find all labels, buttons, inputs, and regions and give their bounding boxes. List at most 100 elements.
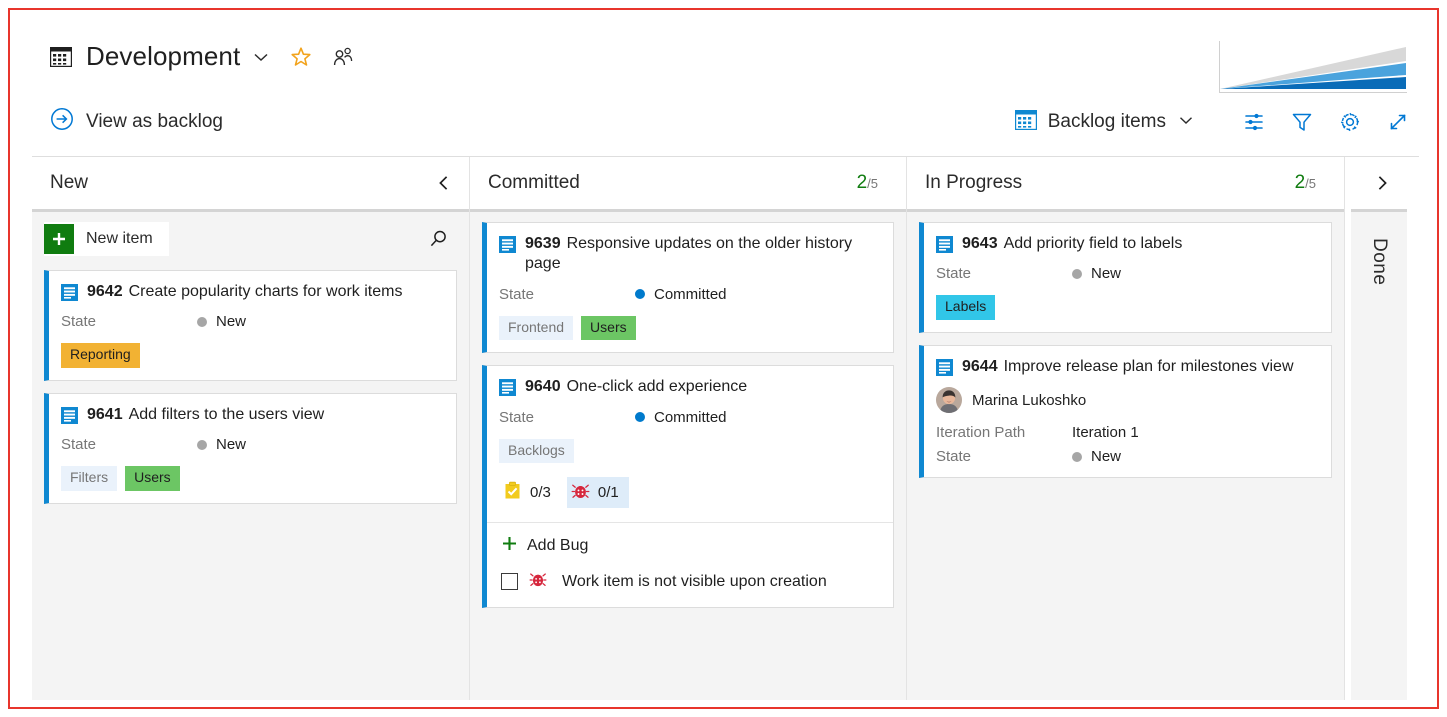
card-title: Create popularity charts for work items: [129, 283, 403, 300]
add-bug-button[interactable]: Add Bug: [501, 533, 879, 559]
state-value: New: [1091, 265, 1121, 282]
field-label: State: [936, 265, 1072, 282]
card-id: 9643: [962, 235, 998, 252]
card-id: 9642: [87, 283, 123, 300]
backlog-item-icon: [936, 236, 953, 253]
backlog-item-icon: [61, 407, 78, 424]
card-9644[interactable]: 9644 Improve release plan for milestones …: [919, 345, 1332, 478]
people-icon[interactable]: [332, 46, 354, 68]
checklist-item-label: Work item is not visible upon creation: [562, 573, 827, 591]
tag-filters[interactable]: Filters: [61, 466, 117, 490]
wip-limit-indicator: 2/5: [857, 172, 878, 194]
iteration-value: Iteration 1: [1072, 424, 1139, 441]
checklist-item-row[interactable]: Work item is not visible upon creation: [501, 570, 879, 597]
filter-funnel-icon[interactable]: [1289, 109, 1315, 135]
wip-limit: /5: [867, 176, 878, 191]
card-title-row: 9642 Create popularity charts for work it…: [61, 282, 442, 302]
column-header-in-progress: In Progress 2/5: [907, 157, 1344, 209]
view-as-backlog-button[interactable]: View as backlog: [50, 107, 223, 136]
page-title[interactable]: Development: [86, 41, 240, 72]
card-9639[interactable]: 9639Responsive updates on the older hist…: [482, 222, 894, 353]
field-label: State: [61, 313, 197, 330]
bug-icon: [529, 570, 547, 593]
field-label: Iteration Path: [936, 424, 1072, 441]
column-header-new: New: [32, 157, 469, 209]
bug-icon: [571, 481, 590, 504]
toolbar-actions: Backlog items: [1015, 109, 1411, 135]
cumulative-flow-diagram[interactable]: [1219, 41, 1407, 93]
bug-counter-text: 0/1: [598, 484, 619, 501]
column-body-done[interactable]: Done: [1351, 209, 1407, 700]
state-value: New: [1091, 448, 1121, 465]
gear-icon[interactable]: [1337, 109, 1363, 135]
card-tags: Frontend Users: [499, 316, 879, 340]
card-title: Improve release plan for milestones view: [1004, 358, 1294, 375]
collapse-column-chevron-left-icon[interactable]: [433, 172, 455, 194]
tag-users[interactable]: Users: [581, 316, 636, 340]
tag-labels[interactable]: Labels: [936, 295, 995, 319]
board-settings-sliders-icon[interactable]: [1241, 109, 1267, 135]
assignee-name: Marina Lukoshko: [972, 392, 1086, 409]
tag-reporting[interactable]: Reporting: [61, 343, 140, 367]
board-title-row: Development: [50, 41, 354, 72]
tag-backlogs[interactable]: Backlogs: [499, 439, 574, 463]
task-counter[interactable]: 0/3: [499, 477, 561, 508]
card-field-state: State New: [61, 313, 442, 330]
tag-frontend[interactable]: Frontend: [499, 316, 573, 340]
wip-limit: /5: [1305, 176, 1316, 191]
backlog-item-icon: [499, 379, 516, 396]
state-value: Committed: [654, 286, 727, 303]
board-column-new: New: [32, 157, 470, 700]
search-icon[interactable]: [427, 227, 451, 251]
column-title: Committed: [488, 172, 857, 194]
full-screen-icon[interactable]: [1385, 109, 1411, 135]
tag-users[interactable]: Users: [125, 466, 180, 490]
bug-counter[interactable]: 0/1: [567, 477, 629, 508]
card-9641[interactable]: 9641Add filters to the users view State …: [44, 393, 457, 504]
card-title-row: 9640One-click add experience: [499, 377, 879, 397]
arrow-right-circle-icon: [50, 107, 74, 136]
backlog-board-icon: [1015, 110, 1037, 135]
card-id: 9644: [962, 358, 998, 375]
column-title: Done: [1368, 238, 1390, 700]
star-icon[interactable]: [290, 46, 312, 68]
column-body-in-progress: 9643 Add priority field to labels State N…: [907, 209, 1344, 700]
backlog-item-icon: [936, 359, 953, 376]
screenshot-root: Development: [0, 0, 1447, 717]
state-dot: [635, 412, 645, 422]
card-field-state: State Committed: [499, 409, 879, 426]
new-item-button[interactable]: New item: [44, 222, 169, 256]
card-9640[interactable]: 9640One-click add experience State Commi…: [482, 365, 894, 608]
avatar[interactable]: [936, 387, 962, 413]
field-label: State: [499, 286, 635, 303]
plus-icon: [501, 535, 518, 557]
card-id: 9640: [525, 378, 561, 395]
wip-current: 2: [857, 172, 868, 193]
card-checklist-counters: 0/3: [499, 477, 879, 508]
card-field-state: State New: [936, 265, 1317, 282]
state-dot: [1072, 269, 1082, 279]
state-value: New: [216, 436, 246, 453]
checklist-checkbox[interactable]: [501, 573, 518, 590]
card-9642[interactable]: 9642 Create popularity charts for work it…: [44, 270, 457, 381]
new-item-label: New item: [74, 230, 169, 248]
field-value: New: [1072, 265, 1121, 282]
column-body-committed: 9639Responsive updates on the older hist…: [470, 209, 906, 700]
card-title: Add priority field to labels: [1004, 235, 1183, 252]
board-column-committed: Committed 2/5: [470, 157, 907, 700]
plus-icon: [44, 224, 74, 254]
field-value: New: [197, 313, 246, 330]
backlog-item-icon: [61, 284, 78, 301]
column-header-committed: Committed 2/5: [470, 157, 906, 209]
card-field-state: State Committed: [499, 286, 879, 303]
expand-column-chevron-right-icon[interactable]: [1371, 172, 1393, 194]
field-value: New: [197, 436, 246, 453]
field-label: State: [499, 409, 635, 426]
screenshot-border: Development: [8, 8, 1439, 709]
state-dot: [197, 440, 207, 450]
card-assignee: Marina Lukoshko: [936, 387, 1317, 413]
card-9643[interactable]: 9643 Add priority field to labels State N…: [919, 222, 1332, 333]
backlog-items-selector[interactable]: Backlog items: [1015, 110, 1195, 135]
kanban-board: New: [32, 157, 1419, 700]
chevron-down-icon[interactable]: [252, 48, 270, 66]
